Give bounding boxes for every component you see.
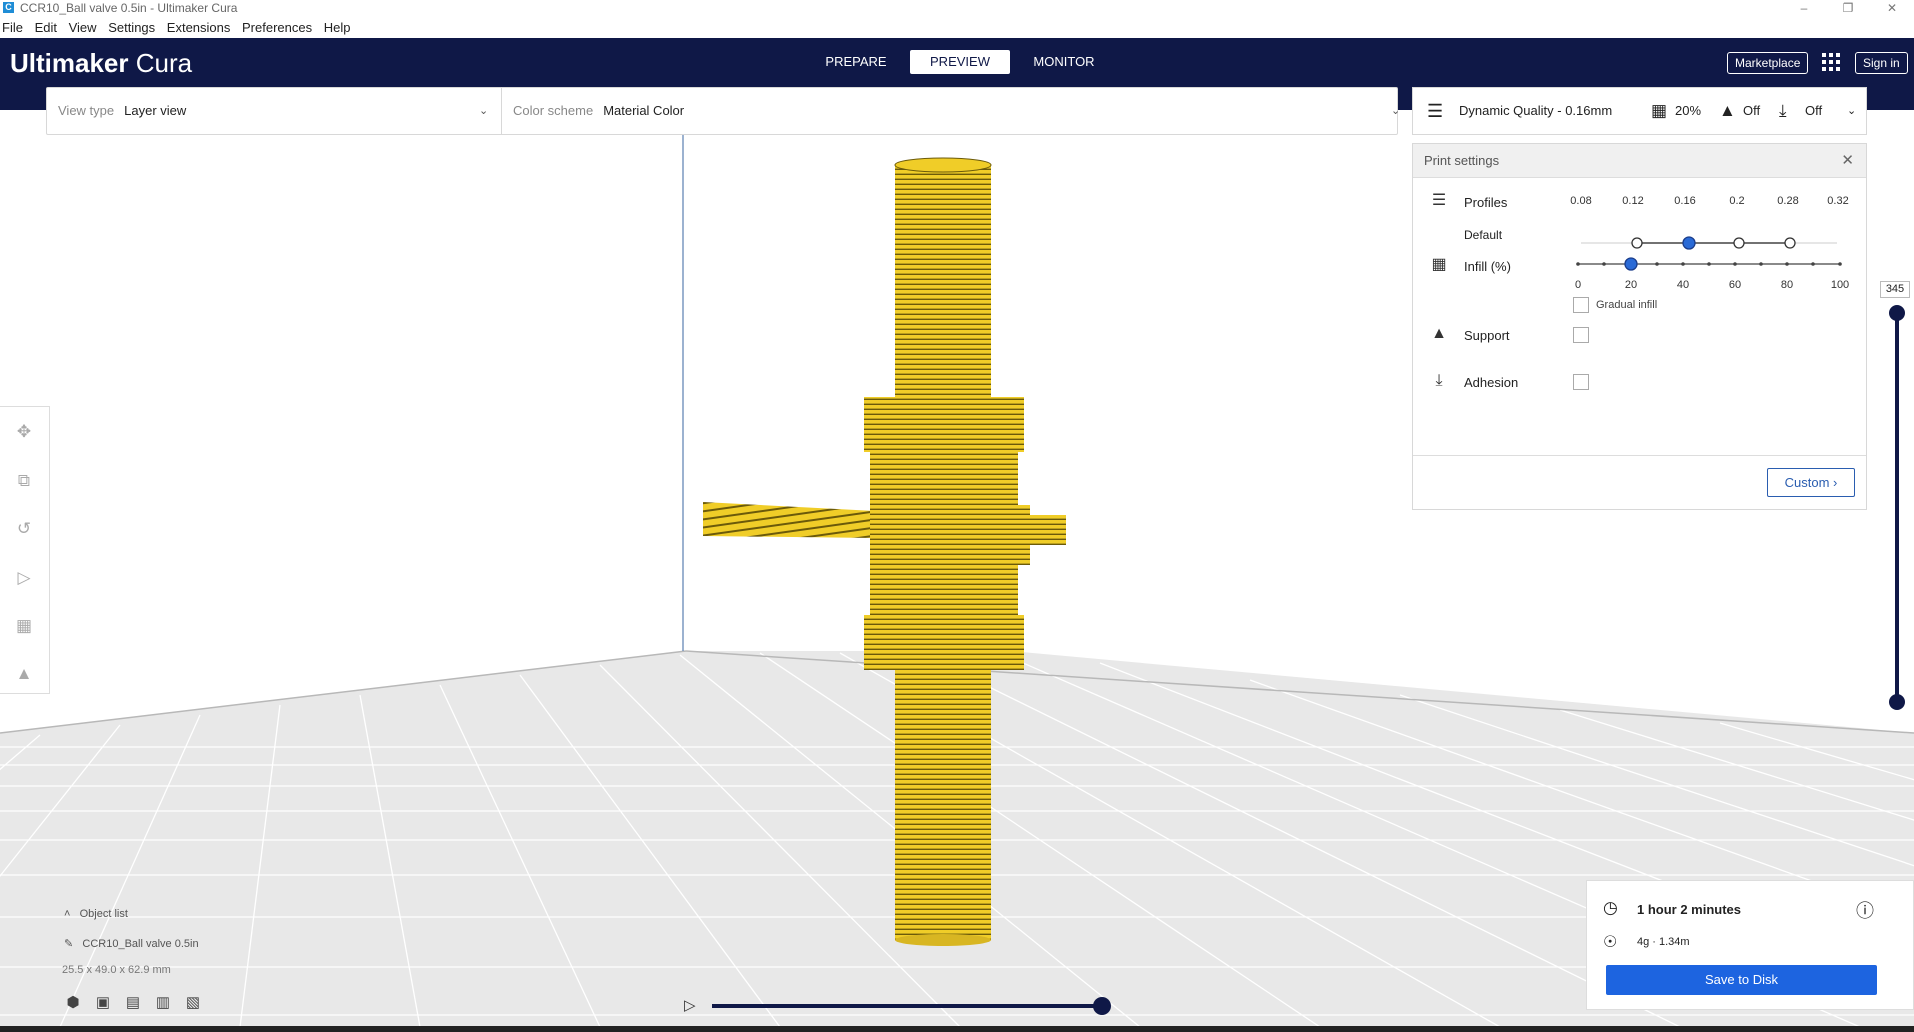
play-simulation-icon[interactable]: ▷ <box>684 996 696 1014</box>
tab-preview[interactable]: PREVIEW <box>910 50 1010 74</box>
support-checkbox[interactable] <box>1573 327 1589 343</box>
menu-view[interactable]: View <box>69 20 97 35</box>
path-slider-handle[interactable] <box>1093 997 1111 1015</box>
menu-help[interactable]: Help <box>324 20 351 35</box>
clock-icon: ◷ <box>1603 898 1618 917</box>
menu-file[interactable]: File <box>2 20 23 35</box>
support-icon: ▲ <box>1431 325 1447 342</box>
object-dimensions: 25.5 x 49.0 x 62.9 mm <box>62 964 171 976</box>
stage-tabs: PREPARE PREVIEW MONITOR <box>806 50 1118 74</box>
menu-extensions[interactable]: Extensions <box>167 20 231 35</box>
menu-settings[interactable]: Settings <box>108 20 155 35</box>
right-view-icon[interactable]: ▧ <box>184 994 202 1012</box>
adhesion-label: Adhesion <box>1464 375 1519 390</box>
infill-tick-label: 40 <box>1676 279 1690 291</box>
sliders-icon: ☰ <box>1427 101 1444 121</box>
infill-summary[interactable]: 20% <box>1675 88 1701 134</box>
tab-prepare[interactable]: PREPARE <box>806 50 906 74</box>
material-estimate: 4g · 1.34m <box>1637 936 1690 948</box>
chevron-down-icon[interactable]: ⌄ <box>479 88 488 134</box>
print-setup-bar[interactable]: ☰ Dynamic Quality - 0.16mm ▦ 20% ▲ Off ⤓… <box>1412 87 1867 135</box>
window-titlebar: C CCR10_Ball valve 0.5in - Ultimaker Cur… <box>0 0 1914 17</box>
save-to-disk-button[interactable]: Save to Disk <box>1606 965 1877 995</box>
adhesion-summary[interactable]: Off <box>1805 88 1822 134</box>
view-type-selector[interactable]: View type Layer view <box>58 88 186 134</box>
restore-button[interactable]: ❐ <box>1830 0 1866 17</box>
gradual-infill-label: Gradual infill <box>1596 299 1658 311</box>
print-time: 1 hour 2 minutes <box>1637 902 1742 917</box>
support-summary[interactable]: Off <box>1743 88 1760 134</box>
3d-view-icon[interactable]: ⬢ <box>64 994 82 1012</box>
scale-icon[interactable]: ⧉ <box>13 470 35 492</box>
move-icon[interactable]: ✥ <box>13 421 35 443</box>
chevron-down-icon[interactable]: ⌄ <box>1847 88 1856 134</box>
object-list-item[interactable]: ✎ CCR10_Ball valve 0.5in <box>64 937 199 950</box>
window-title: CCR10_Ball valve 0.5in - Ultimaker Cura <box>20 1 238 15</box>
top-view-icon[interactable]: ▤ <box>124 994 142 1012</box>
gradual-infill-checkbox[interactable] <box>1573 297 1589 313</box>
infill-tick-label: 100 <box>1830 279 1850 291</box>
layer-number-field[interactable]: 345 <box>1880 281 1910 298</box>
layer-slider-top-handle[interactable] <box>1889 305 1905 321</box>
infill-slider[interactable] <box>1413 249 1866 279</box>
menu-edit[interactable]: Edit <box>35 20 57 35</box>
spool-icon: ☉ <box>1603 934 1618 951</box>
support-label: Support <box>1464 328 1510 343</box>
adhesion-icon: ⤓ <box>1779 101 1787 120</box>
ultimaker-cura-logo: Ultimaker Cura <box>10 48 193 78</box>
minimize-button[interactable]: – <box>1786 0 1822 17</box>
custom-button[interactable]: Custom › <box>1767 468 1855 497</box>
infill-tick-label: 0 <box>1574 279 1582 291</box>
per-model-settings-icon[interactable]: ▦ <box>13 615 35 637</box>
support-icon: ▲ <box>1719 101 1736 120</box>
profile-summary[interactable]: Dynamic Quality - 0.16mm <box>1459 88 1612 134</box>
infill-icon: ▦ <box>1651 101 1668 120</box>
close-window-button[interactable]: ✕ <box>1874 0 1910 17</box>
mirror-icon[interactable]: ▷ <box>13 567 35 589</box>
object-list-toggle[interactable]: ˄ Object list <box>64 908 128 920</box>
tab-monitor[interactable]: MONITOR <box>1014 50 1114 74</box>
support-blocker-icon[interactable]: ▲ <box>13 663 35 685</box>
infill-tick-label: 20 <box>1624 279 1638 291</box>
menu-bar: File Edit View Settings Extensions Prefe… <box>0 19 1914 37</box>
layer-slider-bottom-handle[interactable] <box>1889 694 1905 710</box>
print-estimate-panel: ◷ 1 hour 2 minutes ⓘ ☉ 4g · 1.34m Save t… <box>1586 880 1914 1010</box>
adhesion-checkbox[interactable] <box>1573 374 1589 390</box>
adhesion-icon: ⤓ <box>1435 372 1443 389</box>
color-scheme-selector[interactable]: Color scheme Material Color <box>513 88 684 134</box>
window-bottom-edge <box>0 1026 1914 1032</box>
cura-app-icon: C <box>3 2 14 13</box>
rotate-icon[interactable]: ↺ <box>13 518 35 540</box>
print-settings-panel: Print settings ✕ ☰ Profiles 0.08 0.12 0.… <box>1412 143 1867 510</box>
sign-in-button[interactable]: Sign in <box>1855 52 1908 74</box>
chevron-down-icon[interactable]: ⌄ <box>1391 88 1400 134</box>
view-options-bar: View type Layer view ⌄ Color scheme Materi… <box>46 87 1400 135</box>
marketplace-button[interactable]: Marketplace <box>1727 52 1809 74</box>
left-view-icon[interactable]: ▥ <box>154 994 172 1012</box>
front-view-icon[interactable]: ▣ <box>94 994 112 1012</box>
transform-toolbar: ✥ ⧉ ↺ ▷ ▦ ▲ <box>0 406 50 694</box>
infill-tick-label: 80 <box>1780 279 1794 291</box>
info-icon[interactable]: ⓘ <box>1856 897 1874 923</box>
applications-grid-icon[interactable] <box>1822 53 1840 71</box>
menu-preferences[interactable]: Preferences <box>242 20 312 35</box>
infill-tick-label: 60 <box>1728 279 1742 291</box>
